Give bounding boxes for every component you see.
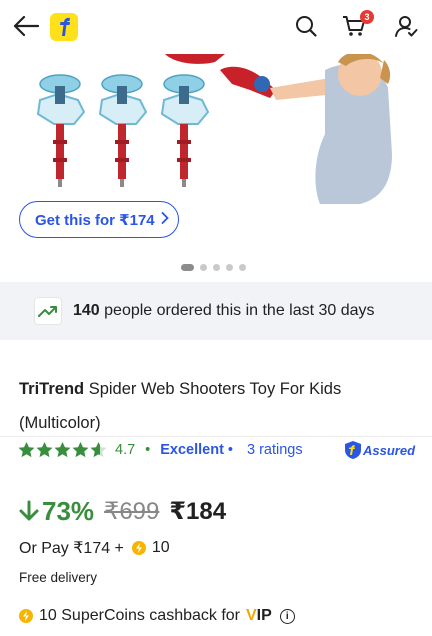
vip-label: VIP xyxy=(246,607,272,625)
web-shooter-toy-1 xyxy=(36,74,86,187)
orders-info-strip: 140 people ordered this in the last 30 d… xyxy=(0,282,432,340)
carousel-dot[interactable] xyxy=(239,264,246,271)
account-icon[interactable] xyxy=(388,8,424,44)
discount-percent: 73% xyxy=(42,495,95,526)
star-icon xyxy=(36,442,53,458)
price-row: 73% ₹699 ₹184 xyxy=(19,494,226,528)
star-icon xyxy=(18,442,35,458)
carousel-dot-active[interactable] xyxy=(181,264,194,271)
or-pay-text: Or Pay ₹174 + xyxy=(19,540,124,557)
discount: 73% xyxy=(19,496,94,527)
star-icon xyxy=(54,442,71,458)
supercoin-icon xyxy=(131,541,146,555)
rating-label: Excellent xyxy=(160,442,224,458)
carousel-dot[interactable] xyxy=(200,264,207,271)
search-icon[interactable] xyxy=(288,8,324,44)
flipkart-logo[interactable] xyxy=(50,13,78,41)
carousel-dot[interactable] xyxy=(226,264,233,271)
get-this-offer-button[interactable]: Get this for ₹174 xyxy=(19,201,179,238)
down-arrow-icon xyxy=(19,500,39,521)
orders-info-label: people ordered this in the last 30 days xyxy=(99,302,375,319)
orders-info-text: 140 people ordered this in the last 30 d… xyxy=(73,302,375,320)
supercoin-icon xyxy=(19,609,33,623)
divider xyxy=(0,436,432,437)
supercoin-cashback[interactable]: 10 SuperCoins cashback for VIP i xyxy=(19,607,295,625)
supercoin-pay-option: Or Pay ₹174 + 10 xyxy=(19,538,170,558)
boy-with-glove xyxy=(165,54,392,204)
product-image xyxy=(36,54,392,204)
product-title: TriTrend Spider Web Shooters Toy For Kid… xyxy=(19,372,419,440)
get-this-offer-label: Get this for ₹174 xyxy=(35,211,155,229)
product-brand: TriTrend xyxy=(19,380,85,398)
assured-label: Assured xyxy=(363,442,416,458)
delivery-info: Free delivery xyxy=(19,570,98,585)
carousel-dots xyxy=(181,264,246,271)
top-bar: 3 xyxy=(0,0,432,54)
product-image-carousel[interactable]: Get this for ₹174 xyxy=(0,54,432,282)
web-shooter-toy-3 xyxy=(160,74,210,187)
assured-shield-icon xyxy=(345,441,361,459)
rating-value: 4.7 xyxy=(115,442,136,458)
star-icon xyxy=(72,442,89,458)
chevron-right-icon xyxy=(161,211,169,228)
separator-dot: • xyxy=(227,442,233,458)
cart-count-badge: 3 xyxy=(360,10,374,24)
cashback-text: 10 SuperCoins cashback for xyxy=(39,607,240,624)
ratings-count-link[interactable]: 3 ratings xyxy=(247,442,303,458)
back-arrow-icon[interactable] xyxy=(8,8,44,44)
web-shooter-toy-2 xyxy=(98,74,148,187)
trending-up-icon xyxy=(34,297,62,325)
original-price: ₹699 xyxy=(104,497,160,525)
half-star-icon xyxy=(90,442,107,458)
supercoin-amount: 10 xyxy=(151,539,170,556)
selling-price: ₹184 xyxy=(169,497,227,525)
carousel-dot[interactable] xyxy=(213,264,220,271)
separator-dot: • xyxy=(145,442,151,458)
rating-stars xyxy=(18,442,107,458)
assured-badge: Assured xyxy=(344,438,415,462)
vip-v: V xyxy=(246,607,257,624)
info-icon[interactable]: i xyxy=(279,608,295,624)
orders-count: 140 xyxy=(73,302,100,319)
rating-row[interactable]: 4.7 • Excellent • 3 ratings Assured xyxy=(18,438,418,462)
vip-rest: IP xyxy=(256,607,272,624)
